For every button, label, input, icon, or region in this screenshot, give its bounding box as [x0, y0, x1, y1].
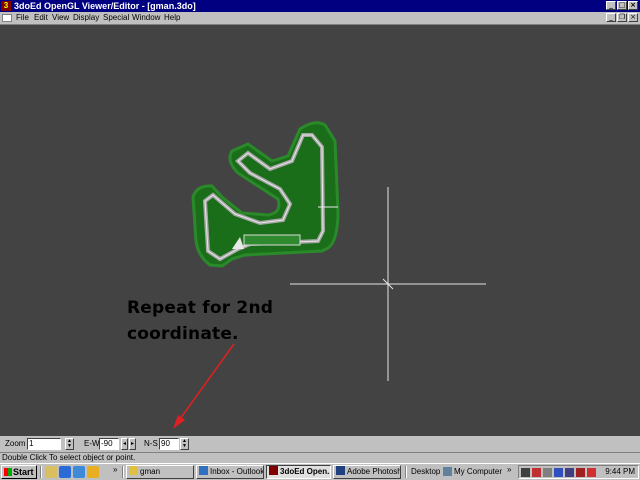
winamp-icon[interactable] [587, 468, 596, 477]
ns-field[interactable]: 90 [159, 438, 179, 450]
start-button[interactable]: Start [1, 465, 37, 479]
menu-special[interactable]: Special [103, 12, 129, 24]
menu-help[interactable]: Help [164, 12, 180, 24]
task-label: Inbox - Outlook... [210, 467, 264, 476]
photoshop-icon [336, 466, 345, 475]
folder-icon [129, 466, 138, 475]
menu-window[interactable]: Window [132, 12, 160, 24]
windows-logo-icon [4, 468, 12, 476]
ew-right-button[interactable]: ▸ [129, 438, 136, 450]
child-restore-icon[interactable]: ❐ [617, 13, 627, 22]
media-player-icon[interactable] [87, 466, 99, 478]
task-scheduler-icon[interactable] [565, 468, 574, 477]
annotation-text: Repeat for 2nd coordinate. [127, 298, 274, 344]
menu-file[interactable]: File [16, 12, 29, 24]
3doed-icon [269, 466, 278, 475]
viewport-canvas[interactable] [0, 25, 640, 436]
task-3doed[interactable]: 3doEd Open... [266, 465, 331, 479]
task-label: 3doEd Open... [280, 467, 331, 476]
minimize-icon[interactable]: _ [606, 1, 616, 10]
task-outlook[interactable]: Inbox - Outlook... [196, 465, 264, 479]
menu-display[interactable]: Display [73, 12, 99, 24]
ew-field[interactable]: -90 [99, 438, 119, 450]
system-tray: 9:44 PM [518, 465, 639, 479]
task-photoshop[interactable]: Adobe Photosh... [333, 465, 401, 479]
annotation-arrow [173, 343, 235, 429]
speaker-icon[interactable] [543, 468, 552, 477]
document-icon[interactable] [2, 14, 12, 22]
taskbar: Start » gman Inbox - Outlook... 3doEd Op… [0, 463, 640, 480]
antivirus-icon[interactable] [532, 468, 541, 477]
show-desktop-icon[interactable] [45, 466, 57, 478]
my-computer-toolbar[interactable]: My Computer [454, 464, 502, 479]
app-icon[interactable]: 3 [1, 1, 11, 11]
track-model[interactable] [191, 121, 340, 268]
child-close-icon[interactable]: × [628, 13, 638, 22]
3d-viewport[interactable]: Repeat for 2nd coordinate. [0, 24, 640, 436]
title-bar: 3 3doEd OpenGL Viewer/Editor - [gman.3do… [0, 0, 640, 12]
maximize-icon[interactable]: □ [617, 1, 627, 10]
network-icon[interactable] [521, 468, 530, 477]
ns-spinner[interactable]: ▲ ▼ [180, 438, 189, 450]
outlook-express-icon[interactable] [73, 466, 85, 478]
coordinate-toolbar: Zoom 1 ▲ ▼ E-W -90 ◂ ▸ N-S 90 ▲ ▼ [0, 436, 640, 452]
my-computer-icon [443, 467, 452, 476]
menu-edit[interactable]: Edit [34, 12, 48, 24]
toolbar-overflow-icon[interactable]: » [507, 465, 511, 474]
display-icon[interactable] [554, 468, 563, 477]
ew-label: E-W [84, 439, 100, 448]
tray-app-icon[interactable] [576, 468, 585, 477]
clock[interactable]: 9:44 PM [605, 466, 635, 478]
window-title: 3doEd OpenGL Viewer/Editor - [gman.3do] [14, 1, 196, 11]
zoom-label: Zoom [5, 439, 26, 448]
internet-explorer-icon[interactable] [59, 466, 71, 478]
start-label: Start [13, 467, 34, 477]
outlook-icon [199, 466, 208, 475]
pit-lane [243, 234, 301, 246]
menu-bar: File Edit View Display Special Window He… [0, 12, 640, 24]
child-minimize-icon[interactable]: _ [606, 13, 616, 22]
status-bar: Double Click To select object or point. [0, 452, 640, 463]
taskbar-separator [40, 466, 42, 478]
zoom-field[interactable]: 1 [27, 438, 61, 450]
taskbar-separator [122, 466, 124, 478]
menu-view[interactable]: View [52, 12, 69, 24]
task-label: Adobe Photosh... [347, 467, 401, 476]
ns-label: N-S [144, 439, 158, 448]
quicklaunch-overflow-icon[interactable]: » [113, 465, 117, 474]
task-label: gman [140, 467, 161, 476]
ew-left-button[interactable]: ◂ [121, 438, 128, 450]
close-icon[interactable]: × [628, 1, 638, 10]
desktop-toolbar[interactable]: Desktop [411, 464, 440, 479]
taskbar-separator [405, 466, 407, 478]
task-gman[interactable]: gman [126, 465, 194, 479]
zoom-spinner[interactable]: ▲ ▼ [65, 438, 74, 450]
